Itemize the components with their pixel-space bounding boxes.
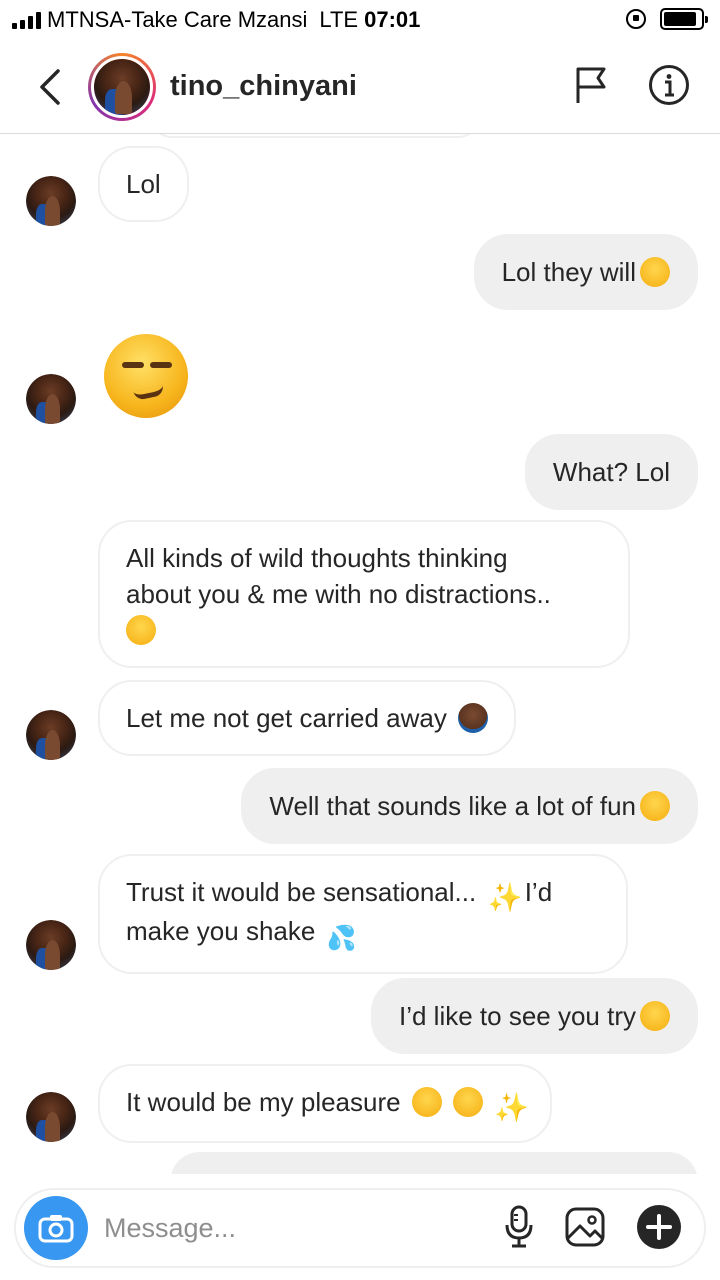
outgoing-message[interactable]: I’d like to see you try [371,978,698,1054]
incoming-message[interactable]: Lol [98,146,189,222]
incoming-message[interactable]: Trust it would be sensational... ✨ I’d m… [98,854,628,974]
message-input[interactable] [104,1212,484,1244]
sparkles-icon: ✨ [487,882,523,913]
smiling-face-emoji [640,1001,670,1031]
message-text: I’d like to see you try [399,1001,636,1031]
back-button[interactable] [20,57,80,117]
person-gesturing-ok-emoji [458,703,489,733]
message-text: Lol [126,169,161,199]
incoming-message[interactable]: It would be my pleasure ✨ [98,1064,553,1143]
signal-strength-icon [12,11,41,29]
message-text-line: Trust it would be sensational... [126,877,477,907]
sparkles-icon: ✨ [494,1092,530,1123]
chevron-left-icon [40,68,60,105]
status-bar: MTNSA-Take Care Mzansi LTE 07:01 [0,0,720,40]
flag-icon[interactable] [574,65,608,105]
info-icon[interactable] [648,64,690,106]
relieved-face-emoji [126,615,156,645]
relieved-face-emoji [453,1087,484,1117]
outgoing-message[interactable]: Lol they will [473,234,698,310]
incoming-message[interactable]: All kinds of wild thoughts thinking abou… [98,520,630,668]
message-text-line: make you shake [126,916,316,946]
message-bubble-partial [150,134,480,138]
network-type: LTE [319,7,359,32]
smirking-face-emoji [411,1087,442,1117]
rotation-lock-icon [626,9,646,29]
message-thread[interactable]: Lol Lol they will What? Lol All kinds of… [0,134,720,1174]
message-text-fragment: I’d [524,877,553,907]
message-text-line: All kinds of wild thoughts thinking [126,543,508,573]
message-bubble-partial [170,1152,698,1174]
carrier-name: MTNSA-Take Care Mzansi [47,7,308,32]
message-text-line: about you & me with no distractions.. [126,579,551,609]
outgoing-message[interactable]: Well that sounds like a lot of fun [241,768,698,844]
username[interactable]: tino_chinyani [170,70,357,103]
clock-time: 07:01 [364,7,421,32]
winking-face-emoji [640,257,670,287]
incoming-message[interactable]: Let me not get carried away [98,680,517,756]
sender-avatar[interactable] [26,1092,76,1142]
microphone-icon[interactable] [504,1205,534,1249]
chat-header: tino_chinyani [0,40,720,134]
sender-avatar[interactable] [26,176,76,226]
message-text: What? Lol [552,457,670,487]
battery-icon [660,8,708,30]
plus-icon[interactable] [636,1204,682,1250]
message-text: Let me not get carried away [126,703,447,733]
face-savoring-food-emoji [640,791,670,821]
sender-avatar[interactable] [26,920,76,970]
message-text: Well that sounds like a lot of fun [269,791,636,821]
sender-avatar[interactable] [26,710,76,760]
message-text: It would be my pleasure [126,1087,401,1117]
camera-icon [38,1215,74,1243]
outgoing-message[interactable]: What? Lol [524,434,698,510]
camera-button[interactable] [24,1196,88,1260]
profile-avatar[interactable] [88,52,156,121]
sender-avatar[interactable] [26,374,76,424]
smirking-face-emoji-large[interactable] [104,334,188,418]
message-composer [14,1188,706,1268]
sweat-droplets-icon: 💦 [326,925,357,952]
message-text: Lol they will [501,257,636,287]
image-gallery-icon[interactable] [564,1206,606,1248]
